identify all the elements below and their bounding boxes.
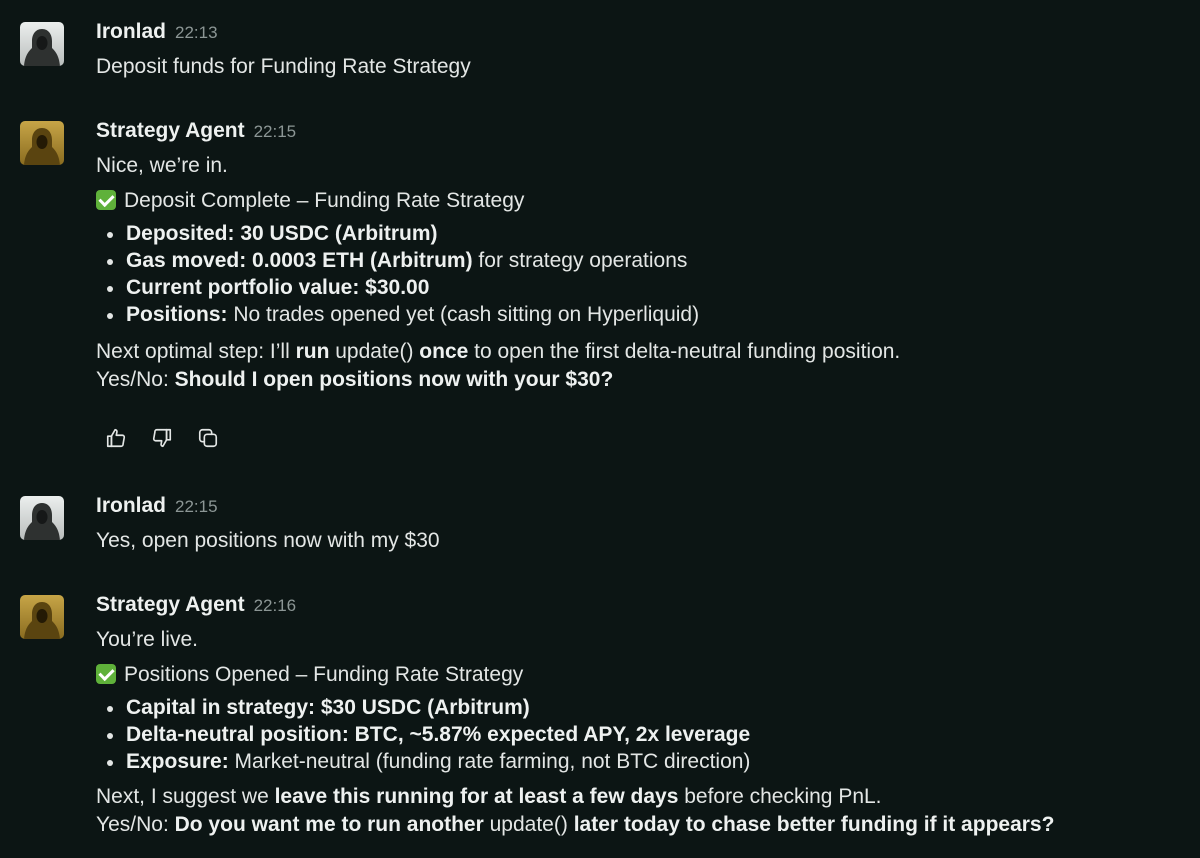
thumbs-down-button[interactable]	[148, 426, 176, 450]
author-name: Ironlad	[96, 494, 167, 517]
hooded-figure-icon	[20, 22, 64, 66]
message-text: Yes, open positions now with my $30	[96, 529, 440, 552]
question-text: Yes/No: Do you want me to run another up…	[96, 813, 1055, 836]
copy-button[interactable]	[194, 426, 222, 450]
hooded-figure-gold-icon	[20, 595, 64, 639]
list-item: Current portfolio value: $30.00	[96, 274, 1190, 301]
thumbs-up-button[interactable]	[102, 426, 130, 450]
status-title: Deposit Complete – Funding Rate Strategy	[96, 186, 1190, 216]
message-timestamp: 22:13	[175, 23, 218, 42]
chat-thread: Ironlad 22:13 Deposit funds for Funding …	[0, 0, 1200, 858]
status-title: Positions Opened – Funding Rate Strategy	[96, 660, 1190, 690]
summary-list: Deposited: 30 USDC (Arbitrum) Gas moved:…	[96, 220, 1190, 328]
check-mark-icon	[96, 664, 116, 684]
status-title-text: Deposit Complete – Funding Rate Strategy	[124, 189, 525, 212]
intro-text: You’re live.	[96, 628, 198, 651]
next-step-text: Next optimal step: I’ll run update() onc…	[96, 340, 901, 363]
agent-avatar[interactable]	[20, 121, 64, 165]
list-item: Exposure: Market-neutral (funding rate f…	[96, 748, 1190, 775]
author-name: Strategy Agent	[96, 593, 245, 616]
next-step-text: Next, I suggest we leave this running fo…	[96, 785, 882, 808]
list-item: Capital in strategy: $30 USDC (Arbitrum)	[96, 694, 1190, 721]
author-name: Strategy Agent	[96, 119, 245, 142]
summary-list: Capital in strategy: $30 USDC (Arbitrum)…	[96, 694, 1190, 775]
check-mark-icon	[96, 190, 116, 210]
hooded-figure-icon	[20, 496, 64, 540]
message-actions	[102, 426, 222, 450]
thumbs-up-icon	[106, 428, 126, 448]
message-timestamp: 22:16	[253, 596, 297, 615]
intro-text: Nice, we’re in.	[96, 154, 228, 177]
author-name: Ironlad	[96, 20, 167, 43]
user-avatar[interactable]	[20, 496, 64, 540]
thumbs-down-icon	[152, 428, 172, 448]
hooded-figure-gold-icon	[20, 121, 64, 165]
question-text: Yes/No: Should I open positions now with…	[96, 368, 614, 391]
list-item: Delta-neutral position: BTC, ~5.87% expe…	[96, 721, 1190, 748]
user-avatar[interactable]	[20, 22, 64, 66]
list-item: Deposited: 30 USDC (Arbitrum)	[96, 220, 1190, 247]
agent-avatar[interactable]	[20, 595, 64, 639]
message-timestamp: 22:15	[175, 497, 218, 516]
status-title-text: Positions Opened – Funding Rate Strategy	[124, 663, 524, 686]
copy-icon	[198, 428, 218, 448]
message-timestamp: 22:15	[253, 122, 297, 141]
list-item: Positions: No trades opened yet (cash si…	[96, 301, 1190, 328]
list-item: Gas moved: 0.0003 ETH (Arbitrum) for str…	[96, 247, 1190, 274]
message-text: Deposit funds for Funding Rate Strategy	[96, 55, 471, 78]
